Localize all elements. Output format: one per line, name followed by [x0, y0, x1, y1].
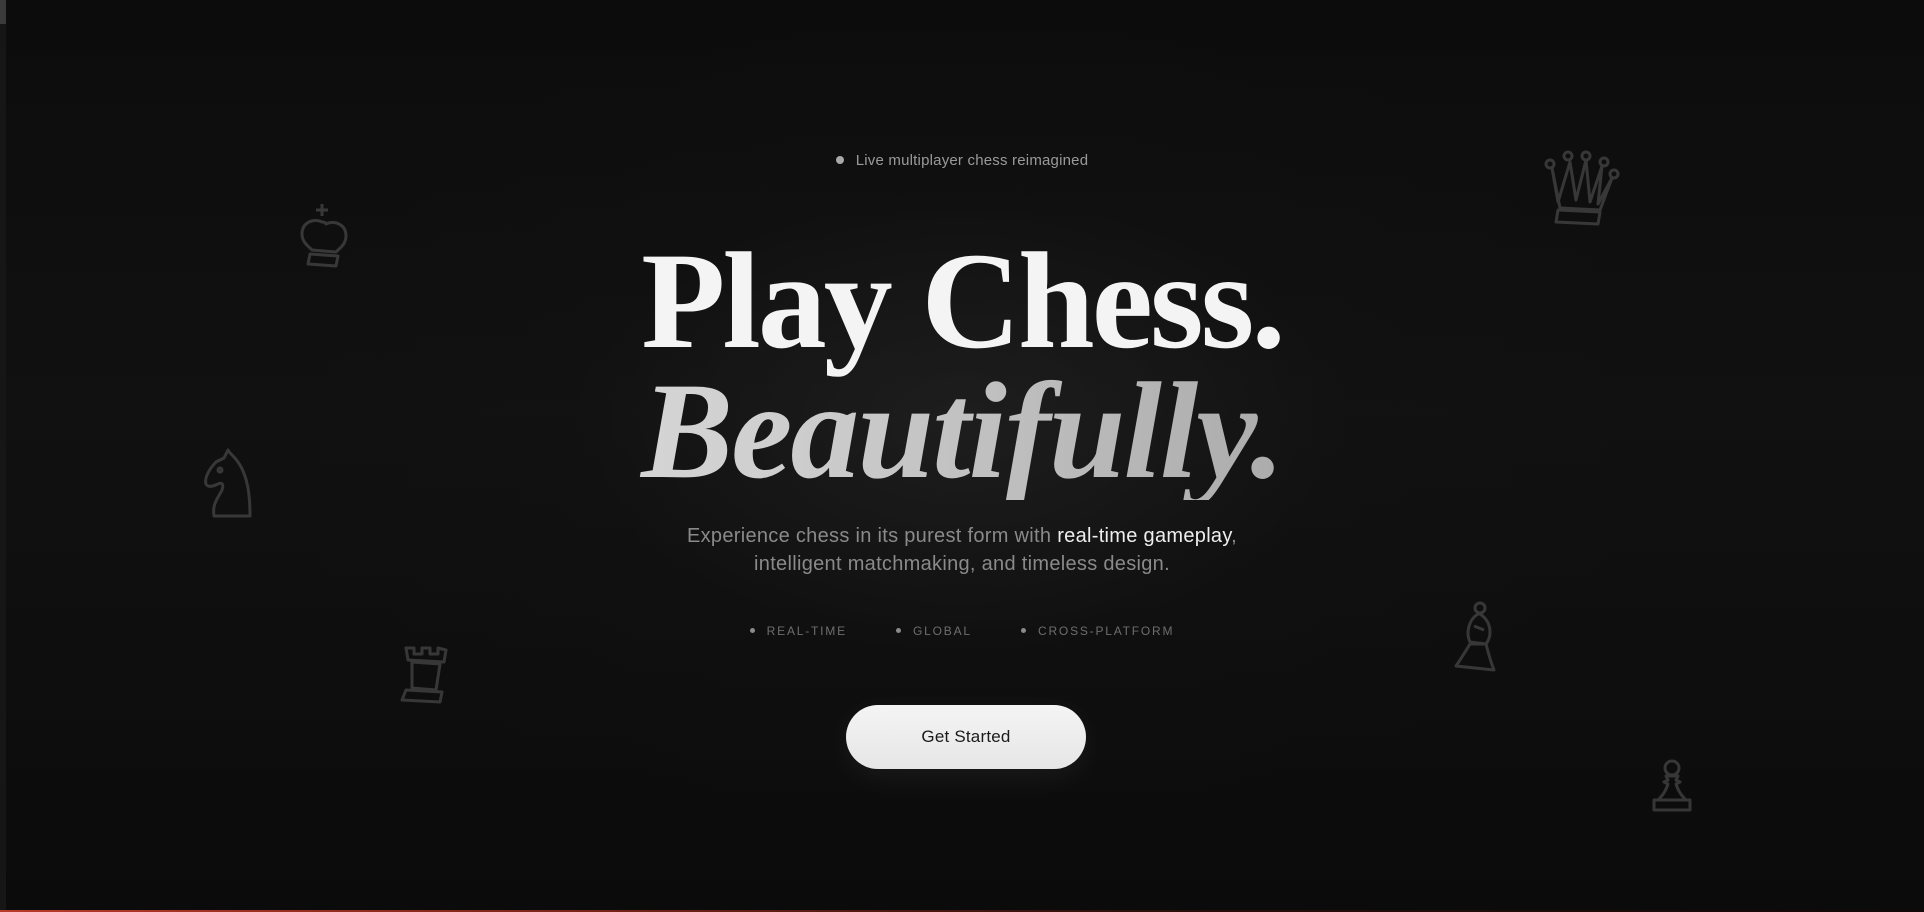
hero-section: Live multiplayer chess reimagined Play C…: [0, 0, 1924, 912]
subtitle-text-start: Experience chess in its purest form with: [686, 525, 1058, 547]
headline-line-2: Beautifully.: [0, 362, 1924, 500]
edge-scroll-thumb[interactable]: [0, 0, 6, 24]
live-dot-icon: [835, 156, 844, 165]
subtitle-comma: ,: [1231, 525, 1238, 547]
subtitle-text-line-2: intelligent matchmaking, and timeless de…: [754, 553, 1170, 575]
hero-tagline: Live multiplayer chess reimagined: [0, 152, 1924, 169]
bullet-dot-icon: [1021, 628, 1026, 634]
headline-line-1: Play Chess.: [641, 224, 1286, 377]
hero-subtitle: Experience chess in its purest form with…: [0, 522, 1924, 578]
feature-item: CROSS-PLATFORM: [1021, 624, 1174, 638]
hero-headline: Play Chess. Beautifully.: [0, 232, 1924, 500]
bullet-dot-icon: [749, 628, 755, 634]
pawn-icon: [1650, 758, 1694, 814]
feature-item: GLOBAL: [896, 624, 972, 638]
feature-label: CROSS-PLATFORM: [1038, 624, 1175, 638]
feature-label: REAL-TIME: [766, 624, 847, 638]
tagline-text: Live multiplayer chess reimagined: [855, 152, 1089, 169]
feature-list: REAL-TIME GLOBAL CROSS-PLATFORM: [0, 624, 1924, 638]
subtitle-highlight: real-time gameplay: [1057, 525, 1232, 547]
bullet-dot-icon: [896, 628, 902, 634]
rook-icon: [396, 642, 452, 708]
feature-item: REAL-TIME: [749, 624, 847, 638]
feature-label: GLOBAL: [913, 624, 972, 638]
get-started-button[interactable]: Get Started: [846, 705, 1086, 769]
